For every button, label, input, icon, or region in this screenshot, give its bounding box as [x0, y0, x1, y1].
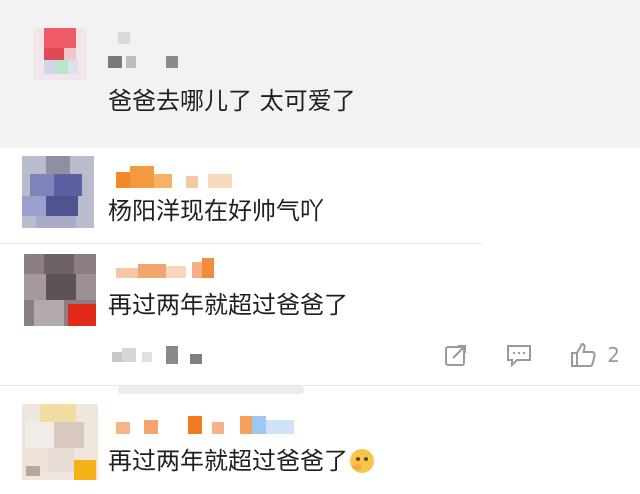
avatar[interactable]	[22, 156, 94, 228]
comment-text: 爸爸去哪儿了 太可爱了	[108, 87, 356, 115]
username[interactable]	[116, 166, 240, 188]
timestamp	[112, 346, 208, 366]
username[interactable]	[116, 258, 220, 280]
reply-icon	[505, 342, 533, 368]
share-button[interactable]	[443, 342, 469, 368]
like-button[interactable]: 2	[569, 341, 620, 369]
comment-item[interactable]: 爸爸去哪儿了 太可爱了	[0, 0, 640, 148]
comment-item[interactable]: 再过两年就超过爸爸了	[0, 386, 640, 494]
avatar[interactable]	[22, 404, 98, 480]
comment-text: 再过两年就超过爸爸了	[108, 446, 374, 476]
thinking-face-icon	[350, 449, 374, 473]
comment-actions: 2	[443, 340, 620, 370]
avatar[interactable]	[34, 28, 86, 80]
like-icon	[569, 341, 597, 369]
username[interactable]	[104, 30, 194, 70]
comment-item[interactable]: 再过两年就超过爸爸了	[0, 244, 640, 386]
reply-button[interactable]	[505, 342, 533, 368]
comment-item[interactable]: 杨阳洋现在好帅气吖	[0, 148, 640, 244]
comment-text: 再过两年就超过爸爸了	[108, 291, 348, 319]
username[interactable]	[116, 416, 302, 438]
share-icon	[443, 342, 469, 368]
comment-text: 杨阳洋现在好帅气吖	[108, 197, 324, 225]
comment-text-content: 再过两年就超过爸爸了	[108, 447, 348, 475]
avatar[interactable]	[24, 254, 96, 326]
like-count: 2	[607, 343, 620, 367]
blurred-strip	[118, 386, 304, 394]
